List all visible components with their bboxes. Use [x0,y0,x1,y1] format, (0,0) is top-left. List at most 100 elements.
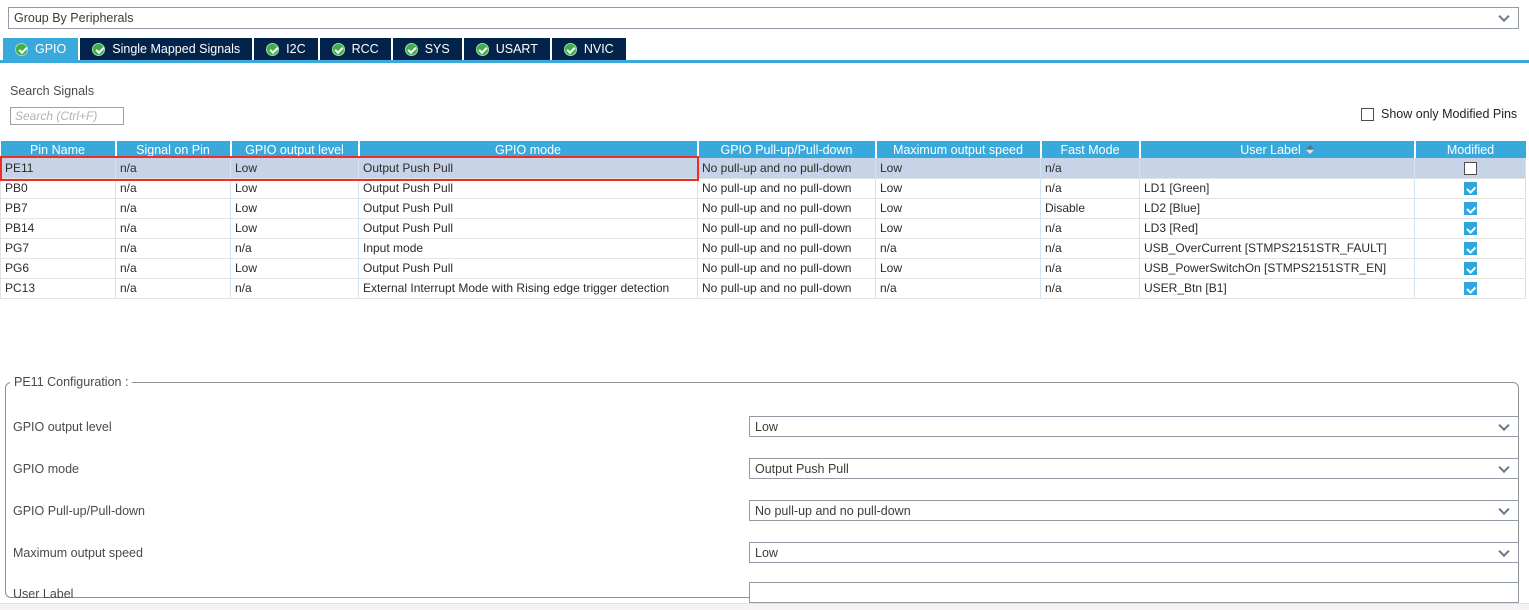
col-header-pin-name[interactable]: Pin Name [1,141,116,158]
gpio-mode-select[interactable]: Output Push Pull [749,458,1519,479]
gpio-output-level-select[interactable]: Low [749,416,1519,437]
table-row-pb7[interactable]: PB7 n/a Low Output Push Pull No pull-up … [1,198,1526,218]
cell-speed[interactable]: n/a [876,238,1041,258]
cell-pull[interactable]: No pull-up and no pull-down [698,258,876,278]
cell-gpio-mode[interactable]: Output Push Pull [359,258,698,278]
table-row-pg6[interactable]: PG6 n/a Low Output Push Pull No pull-up … [1,258,1526,278]
cell-pin-name[interactable]: PC13 [1,278,116,298]
cell-fast-mode[interactable]: Disable [1041,198,1140,218]
cell-output-level[interactable]: Low [231,178,359,198]
cell-pin-name[interactable]: PB14 [1,218,116,238]
cell-pin-name[interactable]: PG6 [1,258,116,278]
cell-output-level[interactable]: n/a [231,278,359,298]
cell-output-level[interactable]: Low [231,198,359,218]
cell-fast-mode[interactable]: n/a [1041,218,1140,238]
cell-gpio-mode[interactable]: Output Push Pull [359,158,698,178]
cell-fast-mode[interactable]: n/a [1041,238,1140,258]
cell-pull[interactable]: No pull-up and no pull-down [698,158,876,178]
cell-pull[interactable]: No pull-up and no pull-down [698,198,876,218]
cell-speed[interactable]: Low [876,218,1041,238]
cell-fast-mode[interactable]: n/a [1041,178,1140,198]
modified-checkbox[interactable] [1464,202,1477,215]
cell-signal[interactable]: n/a [116,178,231,198]
gpio-pull-select[interactable]: No pull-up and no pull-down [749,500,1519,521]
modified-checkbox[interactable] [1464,222,1477,235]
tab-nvic[interactable]: NVIC [552,38,626,60]
cell-output-level[interactable]: n/a [231,238,359,258]
modified-checkbox[interactable] [1464,242,1477,255]
cell-speed[interactable]: Low [876,158,1041,178]
cell-user-label[interactable]: USB_OverCurrent [STMPS2151STR_FAULT] [1140,238,1415,258]
tab-sys[interactable]: SYS [393,38,462,60]
cell-gpio-mode[interactable]: Output Push Pull [359,198,698,218]
table-row-pb14[interactable]: PB14 n/a Low Output Push Pull No pull-up… [1,218,1526,238]
modified-checkbox[interactable] [1464,282,1477,295]
cell-user-label[interactable]: USB_PowerSwitchOn [STMPS2151STR_EN] [1140,258,1415,278]
col-header-user-label[interactable]: User Label [1140,141,1415,158]
search-input[interactable] [10,107,124,125]
cell-pin-name[interactable]: PB0 [1,178,116,198]
table-row-pc13[interactable]: PC13 n/a n/a External Interrupt Mode wit… [1,278,1526,298]
cell-pull[interactable]: No pull-up and no pull-down [698,238,876,258]
col-header-gpio-output-level[interactable]: GPIO output level [231,141,359,158]
cell-speed[interactable]: Low [876,198,1041,218]
cell-gpio-mode[interactable]: External Interrupt Mode with Rising edge… [359,278,698,298]
table-row-pb0[interactable]: PB0 n/a Low Output Push Pull No pull-up … [1,178,1526,198]
cell-output-level[interactable]: Low [231,158,359,178]
cell-fast-mode[interactable]: n/a [1041,278,1140,298]
user-label-input[interactable] [749,582,1519,603]
cell-signal[interactable]: n/a [116,238,231,258]
modified-checkbox[interactable] [1464,262,1477,275]
cell-pin-name[interactable]: PE11 [1,158,116,178]
cell-fast-mode[interactable]: n/a [1041,258,1140,278]
cell-pull[interactable]: No pull-up and no pull-down [698,218,876,238]
col-header-modified[interactable]: Modified [1415,141,1526,158]
cell-pull[interactable]: No pull-up and no pull-down [698,278,876,298]
cell-signal[interactable]: n/a [116,198,231,218]
tab-label: RCC [352,42,379,56]
tab-i2c[interactable]: I2C [254,38,317,60]
modified-checkbox[interactable] [1464,162,1477,175]
tab-gpio[interactable]: GPIO [3,38,78,60]
max-output-speed-select[interactable]: Low [749,542,1519,563]
check-circle-icon [266,43,279,56]
col-header-fast-mode[interactable]: Fast Mode [1041,141,1140,158]
col-header-gpio-pull[interactable]: GPIO Pull-up/Pull-down [698,141,876,158]
cell-signal[interactable]: n/a [116,158,231,178]
col-header-signal-on-pin[interactable]: Signal on Pin [116,141,231,158]
cell-pull[interactable]: No pull-up and no pull-down [698,178,876,198]
show-only-modified-checkbox[interactable] [1361,108,1374,121]
cell-output-level[interactable]: Low [231,258,359,278]
cell-user-label[interactable]: LD2 [Blue] [1140,198,1415,218]
cell-pin-name[interactable]: PG7 [1,238,116,258]
cell-user-label[interactable]: LD3 [Red] [1140,218,1415,238]
cell-speed[interactable]: Low [876,178,1041,198]
modified-checkbox[interactable] [1464,182,1477,195]
tab-usart[interactable]: USART [464,38,550,60]
cell-pin-name[interactable]: PB7 [1,198,116,218]
cell-gpio-mode[interactable]: Input mode [359,238,698,258]
cell-user-label[interactable]: USER_Btn [B1] [1140,278,1415,298]
tab-single-mapped-signals[interactable]: Single Mapped Signals [80,38,252,60]
cell-signal[interactable]: n/a [116,258,231,278]
pin-configuration-title: PE11 Configuration : [10,375,132,389]
cell-output-level[interactable]: Low [231,218,359,238]
table-row-pe11[interactable]: PE11 n/a Low Output Push Pull No pull-up… [1,158,1526,178]
cell-user-label[interactable]: LD1 [Green] [1140,178,1415,198]
table-row-pg7[interactable]: PG7 n/a n/a Input mode No pull-up and no… [1,238,1526,258]
check-circle-icon [332,43,345,56]
cell-fast-mode[interactable]: n/a [1041,158,1140,178]
tab-rcc[interactable]: RCC [320,38,391,60]
cell-gpio-mode[interactable]: Output Push Pull [359,178,698,198]
cell-speed[interactable]: n/a [876,278,1041,298]
col-header-gpio-mode[interactable]: GPIO mode [359,141,698,158]
col-header-max-output-speed[interactable]: Maximum output speed [876,141,1041,158]
cell-signal[interactable]: n/a [116,278,231,298]
cell-gpio-mode[interactable]: Output Push Pull [359,218,698,238]
cell-speed[interactable]: Low [876,258,1041,278]
show-only-modified-filter: Show only Modified Pins [1361,107,1517,121]
cell-user-label[interactable] [1140,158,1415,178]
gpio-output-level-label: GPIO output level [13,420,112,434]
group-by-select[interactable]: Group By Peripherals [8,7,1519,29]
cell-signal[interactable]: n/a [116,218,231,238]
